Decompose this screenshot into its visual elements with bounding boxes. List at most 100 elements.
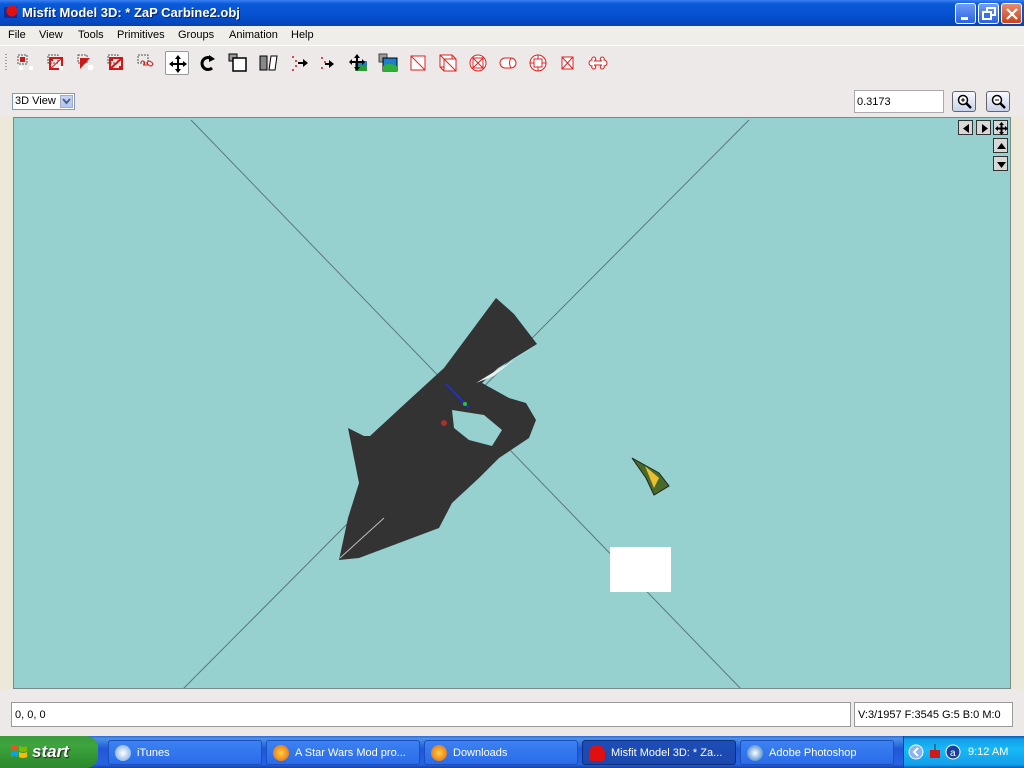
- rotate-tool[interactable]: [196, 51, 220, 75]
- arrow-left-icon: [963, 124, 969, 133]
- view-select-value: 3D View: [15, 95, 56, 107]
- tray-expand-icon[interactable]: [908, 744, 924, 760]
- pan-right-button[interactable]: [976, 120, 991, 135]
- close-icon: [1006, 8, 1018, 20]
- 3d-viewport[interactable]: [13, 117, 1011, 689]
- zoom-field[interactable]: [854, 90, 944, 113]
- select-connected-icon: [77, 54, 93, 70]
- pan-move-button[interactable]: [993, 120, 1008, 135]
- create-torus-tool[interactable]: [526, 51, 550, 75]
- restore-button[interactable]: [978, 3, 999, 24]
- polygon-icon: [561, 56, 574, 70]
- selection-rect: [610, 547, 671, 592]
- taskbar-item-downloads[interactable]: Downloads: [424, 740, 578, 765]
- menu-help[interactable]: Help: [291, 29, 314, 41]
- window-title: Misfit Model 3D: * ZaP Carbine2.obj: [22, 5, 240, 20]
- menu-file[interactable]: File: [8, 29, 26, 41]
- view-select[interactable]: 3D View: [12, 93, 75, 110]
- restore-icon: [982, 7, 996, 20]
- select-groups-icon: [107, 54, 123, 70]
- network-icon[interactable]: [927, 744, 943, 760]
- red-axis-marker: [441, 420, 447, 426]
- start-label: start: [32, 742, 69, 761]
- extrude-icon: [292, 56, 308, 71]
- cursor-icon: [631, 457, 670, 496]
- clock: 9:12 AM: [968, 746, 1009, 758]
- zoom-in-button[interactable]: [952, 91, 976, 112]
- arrow-up-icon: [997, 143, 1006, 149]
- view-control-bar: 3D View: [0, 80, 1024, 117]
- select-bones-tool[interactable]: [134, 51, 158, 75]
- arrow-down-icon: [997, 162, 1006, 168]
- toolbar: [0, 45, 1024, 80]
- attract-icon: [321, 57, 334, 69]
- taskbar: start iTunes A Star Wars Mod pro... Down…: [0, 736, 1024, 768]
- start-button[interactable]: start: [0, 736, 98, 768]
- toolbar-grip[interactable]: [5, 54, 7, 72]
- select-vertices-tool[interactable]: [14, 51, 38, 75]
- move-tool[interactable]: [165, 51, 189, 75]
- ellipsoid-icon: [469, 54, 487, 72]
- minimize-icon: [961, 17, 968, 20]
- pan-up-button[interactable]: [993, 138, 1008, 153]
- status-bar: 0, 0, 0 V:3/1957 F:3545 G:5 B:0 M:0: [0, 689, 1024, 736]
- move-icon: [995, 122, 1008, 135]
- coordinates-field: 0, 0, 0: [11, 702, 851, 727]
- taskbar-item-itunes[interactable]: iTunes: [108, 740, 262, 765]
- scale-icon: [228, 53, 247, 72]
- drag-vertex-tool[interactable]: [346, 51, 370, 75]
- misfit-app-icon: [4, 5, 18, 18]
- create-rectangle-tool[interactable]: [406, 51, 430, 75]
- zoom-in-icon: [957, 94, 972, 109]
- taskbar-item-misfit[interactable]: Misfit Model 3D: * Za...: [582, 740, 736, 765]
- itunes-icon: [115, 745, 131, 761]
- shear-tool[interactable]: [256, 51, 280, 75]
- create-cylinder-tool[interactable]: [496, 51, 520, 75]
- create-ellipsoid-tool[interactable]: [466, 51, 490, 75]
- taskbar-item-firefox-starwars[interactable]: A Star Wars Mod pro...: [266, 740, 420, 765]
- extrude-tool[interactable]: [287, 51, 311, 75]
- shear-icon: [259, 55, 278, 71]
- scale-tool[interactable]: [226, 51, 250, 75]
- menu-primitives[interactable]: Primitives: [117, 29, 165, 41]
- background-image-tool[interactable]: [376, 51, 400, 75]
- model-stats-text: V:3/1957 F:3545 G:5 B:0 M:0: [858, 709, 1001, 721]
- cube-icon: [439, 54, 457, 72]
- arrow-right-icon: [982, 124, 988, 133]
- create-polygon-tool[interactable]: [556, 51, 580, 75]
- scene-canvas[interactable]: [14, 118, 1011, 689]
- menu-view[interactable]: View: [39, 29, 63, 41]
- svg-text:a: a: [950, 748, 956, 759]
- messenger-icon[interactable]: a: [945, 744, 961, 760]
- select-connected-tool[interactable]: [74, 51, 98, 75]
- zoom-out-button[interactable]: [986, 91, 1010, 112]
- green-axis-marker: [463, 402, 467, 406]
- pan-left-button[interactable]: [958, 120, 973, 135]
- zoom-input[interactable]: [857, 92, 943, 111]
- pan-down-button[interactable]: [993, 156, 1008, 171]
- menu-tools[interactable]: Tools: [78, 29, 104, 41]
- drag-vertex-icon: [349, 54, 367, 71]
- minimize-button[interactable]: [955, 3, 976, 24]
- select-faces-icon: [47, 54, 63, 70]
- misfit-icon: [589, 745, 605, 761]
- menu-bar: File View Tools Primitives Groups Animat…: [0, 26, 1024, 45]
- rotate-icon: [200, 55, 215, 71]
- zoom-out-icon: [991, 94, 1006, 109]
- taskbar-item-photoshop[interactable]: Adobe Photoshop: [740, 740, 894, 765]
- close-button[interactable]: [1001, 3, 1022, 24]
- create-cube-tool[interactable]: [436, 51, 460, 75]
- chevron-down-icon[interactable]: [60, 95, 73, 108]
- move-icon: [169, 55, 187, 73]
- coordinates-text: 0, 0, 0: [15, 709, 46, 721]
- attract-near-tool[interactable]: [315, 51, 339, 75]
- select-bones-icon: [137, 54, 154, 67]
- carbine-model[interactable]: [339, 298, 537, 560]
- select-faces-tool[interactable]: [44, 51, 68, 75]
- menu-animation[interactable]: Animation: [229, 29, 278, 41]
- create-bone-tool[interactable]: [586, 51, 610, 75]
- system-tray: a 9:12 AM: [903, 736, 1024, 768]
- bone-icon: [588, 56, 608, 70]
- select-groups-tool[interactable]: [104, 51, 128, 75]
- menu-groups[interactable]: Groups: [178, 29, 214, 41]
